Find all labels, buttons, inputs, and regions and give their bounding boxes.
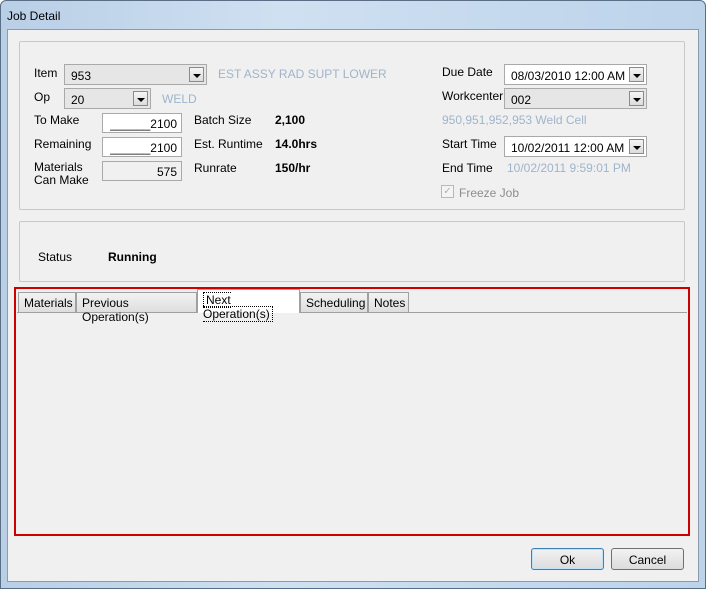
workcenter-value: 002 bbox=[511, 93, 532, 107]
tab-previous-operations[interactable]: Previous Operation(s) bbox=[76, 292, 197, 324]
chevron-down-icon[interactable] bbox=[629, 139, 644, 154]
start-time-picker[interactable]: 10/02/2011 12:00 AM bbox=[504, 136, 647, 157]
item-description: EST ASSY RAD SUPT LOWER bbox=[218, 67, 387, 81]
op-description: WELD bbox=[162, 92, 197, 106]
batch-size-value: 2,100 bbox=[275, 113, 306, 127]
workcenter-combo[interactable]: 002 bbox=[504, 88, 647, 109]
tab-next-operations[interactable]: Next Operation(s) bbox=[197, 289, 300, 322]
window-title: Job Detail bbox=[7, 9, 61, 23]
start-time-label: Start Time bbox=[442, 137, 497, 151]
materials-can-make-label: Materials Can Make bbox=[34, 161, 89, 187]
status-label: Status bbox=[38, 250, 73, 264]
op-value: 20 bbox=[71, 93, 85, 107]
remaining-input[interactable]: ______2100 bbox=[102, 137, 182, 157]
tab-control-highlight bbox=[14, 287, 690, 536]
chevron-down-icon[interactable] bbox=[629, 91, 644, 106]
tab-notes[interactable]: Notes bbox=[368, 292, 409, 312]
tab-scheduling[interactable]: Scheduling bbox=[300, 292, 368, 312]
item-value: 953 bbox=[71, 69, 92, 83]
cancel-button[interactable]: Cancel bbox=[611, 548, 684, 570]
est-runtime-value: 14.0hrs bbox=[275, 137, 318, 151]
chevron-down-icon[interactable] bbox=[189, 67, 204, 82]
to-make-label: To Make bbox=[34, 113, 80, 127]
due-date-value: 08/03/2010 12:00 AM bbox=[511, 69, 626, 83]
tab-materials[interactable]: Materials bbox=[18, 292, 76, 312]
est-runtime-label: Est. Runtime bbox=[194, 137, 263, 151]
materials-can-make-value: 575 bbox=[102, 161, 182, 181]
to-make-input[interactable]: ______2100 bbox=[102, 113, 182, 133]
chevron-down-icon[interactable] bbox=[133, 91, 148, 106]
materials-label-line2: Can Make bbox=[34, 173, 89, 187]
materials-label-line1: Materials bbox=[34, 160, 83, 174]
workcenter-label: Workcenter bbox=[442, 89, 504, 103]
due-date-label: Due Date bbox=[442, 65, 493, 79]
end-time-label: End Time bbox=[442, 161, 493, 175]
end-time-value: 10/02/2011 9:59:01 PM bbox=[507, 161, 631, 175]
remaining-label: Remaining bbox=[34, 137, 92, 151]
due-date-picker[interactable]: 08/03/2010 12:00 AM bbox=[504, 64, 647, 85]
freeze-job-label: Freeze Job bbox=[459, 186, 520, 200]
status-value: Running bbox=[108, 250, 157, 264]
runrate-value: 150/hr bbox=[275, 161, 311, 175]
op-label: Op bbox=[34, 90, 51, 104]
item-label: Item bbox=[34, 66, 58, 80]
batch-size-label: Batch Size bbox=[194, 113, 252, 127]
workcenter-description: 950,951,952,953 Weld Cell bbox=[442, 113, 587, 127]
freeze-job-checkbox[interactable]: ✓ bbox=[441, 185, 454, 198]
ok-button[interactable]: Ok bbox=[531, 548, 604, 570]
start-time-value: 10/02/2011 12:00 AM bbox=[511, 141, 625, 155]
op-combo[interactable]: 20 bbox=[64, 88, 151, 109]
item-combo[interactable]: 953 bbox=[64, 64, 207, 85]
runrate-label: Runrate bbox=[194, 161, 237, 175]
tab-next-operations-label: Next Operation(s) bbox=[203, 292, 273, 322]
chevron-down-icon[interactable] bbox=[629, 67, 644, 82]
